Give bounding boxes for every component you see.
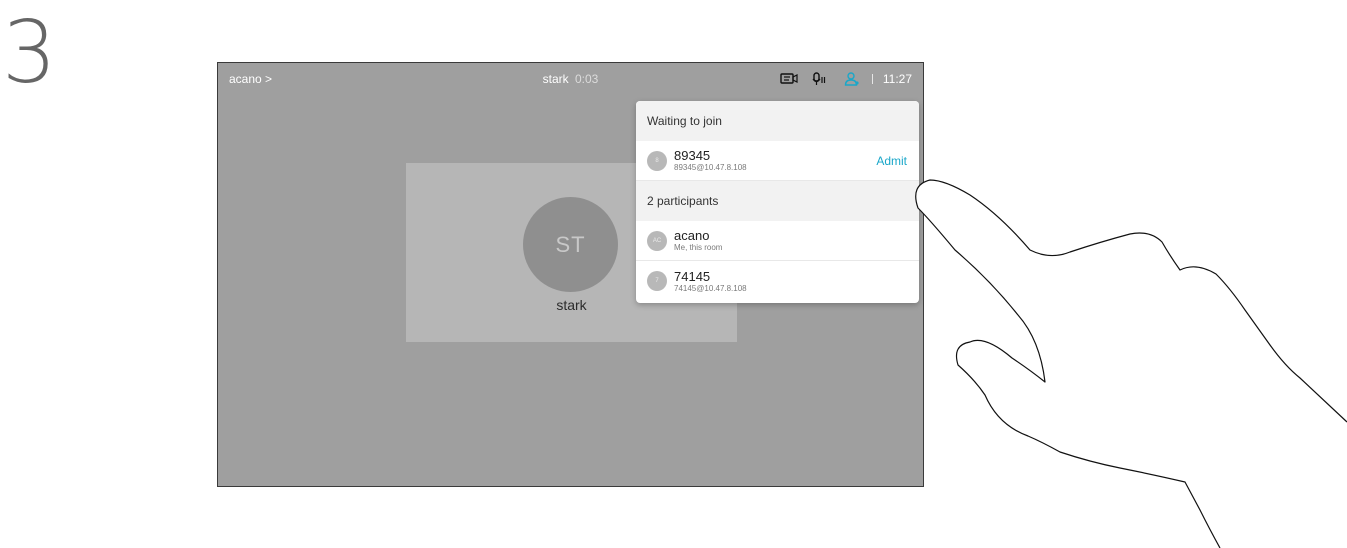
- participant-row[interactable]: 7 74145 74145@10.47.8.108: [636, 261, 919, 301]
- participant-address: Me, this room: [674, 243, 723, 252]
- device-screen: acano > stark 0:03 11:27 ST stark Waitin…: [217, 62, 924, 487]
- participant-row[interactable]: AC acano Me, this room: [636, 221, 919, 261]
- participant-info: acano Me, this room: [674, 229, 722, 252]
- call-name: stark: [542, 72, 569, 86]
- mic-icon[interactable]: [812, 71, 826, 87]
- participant-address: 89345@10.47.8.108: [674, 163, 747, 172]
- step-number: 3: [2, 3, 57, 103]
- participant-avatar: AC: [647, 230, 667, 251]
- status-area: 11:27: [780, 71, 912, 87]
- participants-panel: Waiting to join 8 89345 89345@10.47.8.10…: [636, 101, 919, 303]
- participant-info: 74145 74145@10.47.8.108: [674, 270, 747, 293]
- participant-name: 89345: [674, 148, 711, 163]
- participants-icon[interactable]: [844, 71, 860, 87]
- admit-button[interactable]: Admit: [876, 154, 907, 168]
- participant-address: 74145@10.47.8.108: [674, 283, 747, 293]
- share-screen-icon[interactable]: [780, 71, 798, 87]
- call-top-bar: acano > stark 0:03 11:27: [218, 63, 923, 95]
- waiting-participant-row[interactable]: 8 89345 89345@10.47.8.108 Admit: [636, 141, 919, 181]
- avatar: ST: [523, 197, 618, 292]
- call-duration: 0:03: [575, 72, 599, 86]
- clock: 11:27: [882, 72, 912, 86]
- participant-avatar: 8: [647, 150, 667, 171]
- participant-name: 74145: [674, 268, 711, 284]
- participant-info: 89345 89345@10.47.8.108: [674, 149, 747, 172]
- pointing-hand-illustration: [915, 179, 1347, 548]
- participant-name: acano: [674, 228, 710, 243]
- status-separator: [871, 74, 873, 84]
- participants-count-header: 2 participants: [636, 181, 919, 221]
- participant-avatar: 7: [647, 271, 667, 291]
- illustration-stage: 3 acano > stark 0:03 11:27 ST stark Wait…: [0, 0, 1347, 548]
- waiting-to-join-header: Waiting to join: [636, 101, 919, 141]
